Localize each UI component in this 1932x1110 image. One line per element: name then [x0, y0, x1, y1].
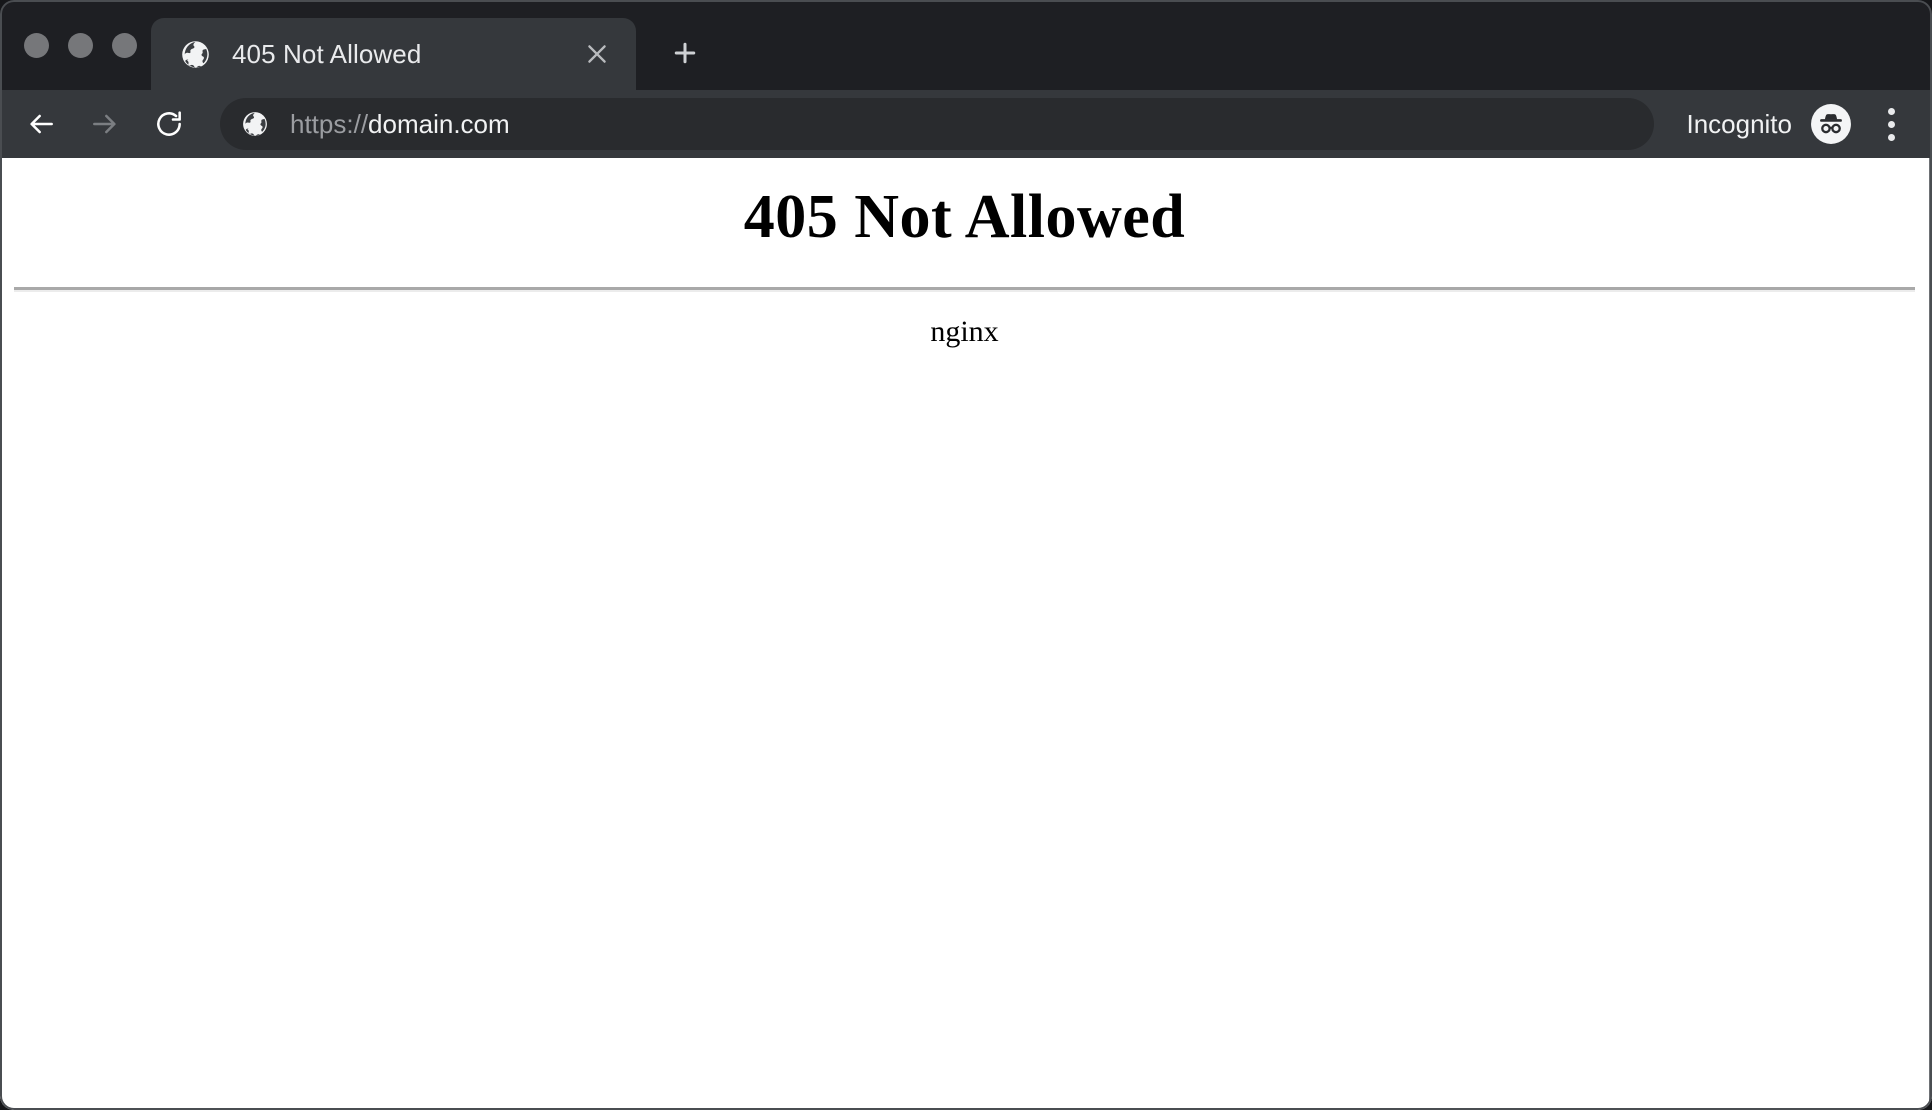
browser-toolbar: https://domain.com Incognito	[0, 90, 1932, 158]
page-title: 405 Not Allowed	[743, 183, 1186, 251]
browser-window: 405 Not Allowed https://domain.com Incog…	[0, 0, 1932, 1110]
menu-dot	[1887, 120, 1895, 128]
reload-icon[interactable]	[142, 97, 196, 151]
url-host: domain.com	[368, 108, 510, 139]
globe-icon	[242, 111, 268, 137]
server-signature: nginx	[930, 315, 999, 349]
address-bar[interactable]: https://domain.com	[220, 98, 1655, 150]
browser-tab-active[interactable]: 405 Not Allowed	[151, 18, 636, 90]
nginx-error-page: 405 Not Allowed nginx	[0, 158, 1929, 1110]
window-maximize-button[interactable]	[112, 32, 137, 58]
more-vertical-icon[interactable]	[1868, 97, 1914, 151]
incognito-icon	[1810, 103, 1852, 145]
tab-title: 405 Not Allowed	[232, 38, 422, 69]
menu-dot	[1887, 107, 1895, 115]
page-viewport: 405 Not Allowed nginx	[0, 158, 1932, 1110]
close-icon[interactable]	[580, 37, 614, 71]
incognito-indicator[interactable]: Incognito	[1680, 99, 1858, 149]
window-close-button[interactable]	[24, 32, 49, 58]
menu-dot	[1887, 133, 1895, 141]
horizontal-divider	[14, 287, 1915, 293]
url-scheme: https://	[290, 108, 369, 139]
tab-strip: 405 Not Allowed	[0, 0, 1932, 90]
window-minimize-button[interactable]	[68, 32, 93, 58]
arrow-right-icon[interactable]	[78, 97, 132, 151]
globe-icon	[181, 40, 210, 69]
url-text: https://domain.com	[290, 109, 510, 140]
incognito-label: Incognito	[1686, 108, 1792, 139]
window-controls	[18, 0, 151, 90]
arrow-left-icon[interactable]	[14, 97, 68, 151]
plus-icon[interactable]	[656, 24, 714, 82]
